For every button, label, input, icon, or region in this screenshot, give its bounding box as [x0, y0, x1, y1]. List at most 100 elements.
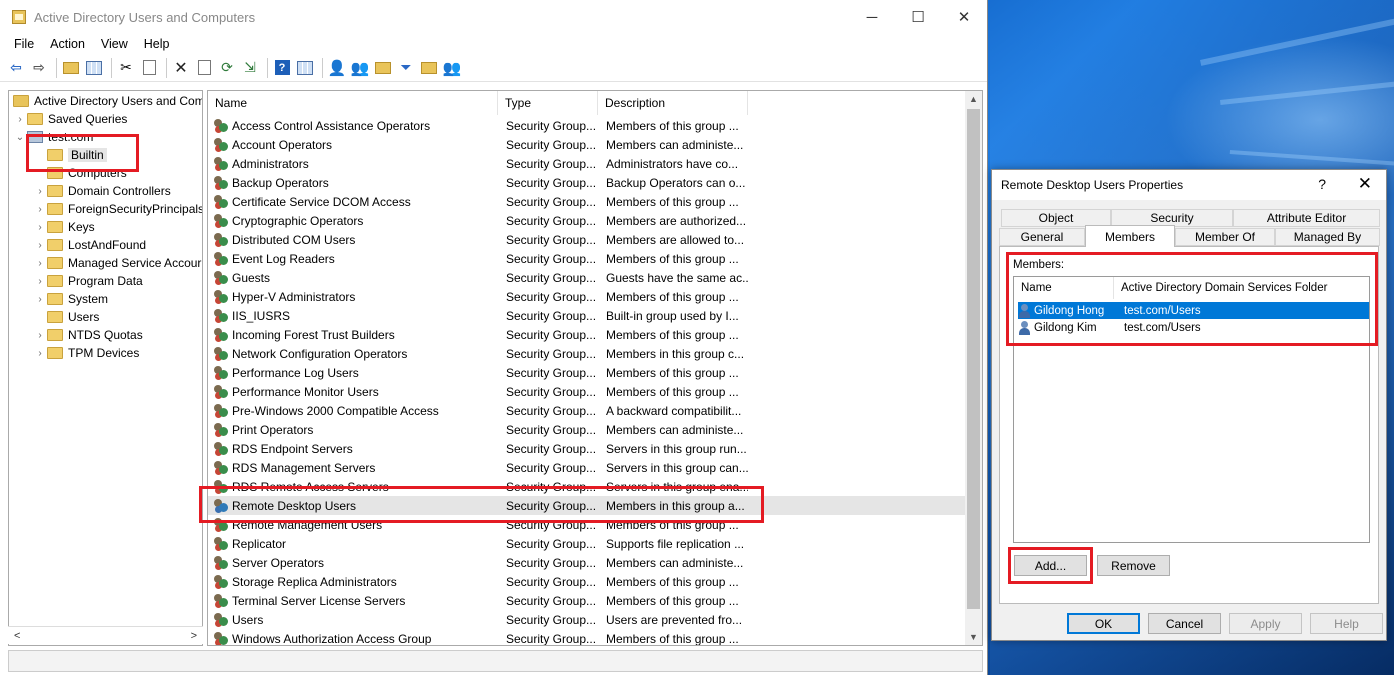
- tree-root[interactable]: Active Directory Users and Com: [13, 92, 202, 110]
- tree-item-domain[interactable]: ⌄ test.com: [13, 128, 94, 146]
- tree-item-foreign-security-principals[interactable]: › ForeignSecurityPrincipals: [33, 200, 202, 218]
- list-row[interactable]: Replicator Security Group... Supports file…: [208, 534, 968, 553]
- list-row[interactable]: Storage Replica Administrators Security G…: [208, 572, 968, 591]
- list-row[interactable]: RDS Management Servers Security Group... S…: [208, 458, 968, 477]
- collapse-caret-icon[interactable]: ⌄: [13, 132, 27, 143]
- scrollbar-thumb[interactable]: [967, 109, 980, 609]
- expand-caret-icon[interactable]: ›: [33, 348, 47, 359]
- expand-caret-icon[interactable]: ›: [33, 240, 47, 251]
- list-row[interactable]: Distributed COM Users Security Group... Me…: [208, 230, 968, 249]
- tree-item-computers[interactable]: Computers: [33, 164, 127, 182]
- close-button[interactable]: ✕: [941, 0, 987, 34]
- show-action-pane-icon[interactable]: [295, 58, 315, 78]
- list-row[interactable]: Users Security Group... Users are prevente…: [208, 610, 968, 629]
- list-row[interactable]: Account Operators Security Group... Member…: [208, 135, 968, 154]
- expand-caret-icon[interactable]: ›: [33, 204, 47, 215]
- list-row[interactable]: Incoming Forest Trust Builders Security G…: [208, 325, 968, 344]
- tree-item-program-data[interactable]: › Program Data: [33, 272, 142, 290]
- add-member-button[interactable]: Add...: [1014, 555, 1087, 576]
- tab-member-of[interactable]: Member Of: [1175, 228, 1275, 246]
- scroll-left-arrow-icon[interactable]: <: [14, 630, 20, 642]
- delete-icon[interactable]: ✕: [171, 58, 191, 78]
- ok-button[interactable]: OK: [1067, 613, 1140, 634]
- list-row[interactable]: Windows Authorization Access Group Securi…: [208, 629, 968, 645]
- members-list[interactable]: Name Active Directory Domain Services Fo…: [1013, 276, 1370, 543]
- new-ou-icon[interactable]: [373, 58, 393, 78]
- maximize-button[interactable]: ☐: [895, 0, 941, 34]
- column-header-description[interactable]: Description: [598, 91, 748, 115]
- up-folder-icon[interactable]: [61, 58, 81, 78]
- help-button[interactable]: Help: [1310, 613, 1383, 634]
- menu-action[interactable]: Action: [42, 37, 93, 51]
- list-row[interactable]: Remote Management Users Security Group...…: [208, 515, 968, 534]
- refresh-icon[interactable]: ⟳: [217, 58, 237, 78]
- member-row[interactable]: Gildong Hong test.com/Users: [1018, 302, 1369, 319]
- scroll-up-arrow-icon[interactable]: ▲: [965, 91, 982, 107]
- tree-item-domain-controllers[interactable]: › Domain Controllers: [33, 182, 170, 200]
- forward-arrow-icon[interactable]: ⇨: [29, 58, 49, 78]
- dialog-help-icon[interactable]: ?: [1318, 176, 1326, 192]
- dialog-close-icon[interactable]: ✕: [1358, 174, 1372, 194]
- list-row[interactable]: RDS Remote Access Servers Security Group.…: [208, 477, 968, 496]
- menu-file[interactable]: File: [6, 37, 42, 51]
- filter-icon[interactable]: ⏷: [396, 58, 416, 78]
- expand-caret-icon[interactable]: ›: [33, 276, 47, 287]
- list-row[interactable]: Guests Security Group... Guests have the s…: [208, 268, 968, 287]
- list-row[interactable]: Event Log Readers Security Group... Member…: [208, 249, 968, 268]
- list-row[interactable]: Network Configuration Operators Security …: [208, 344, 968, 363]
- menu-view[interactable]: View: [93, 37, 136, 51]
- new-user-icon[interactable]: 👤: [327, 58, 347, 78]
- new-group-icon[interactable]: 👥: [350, 58, 370, 78]
- expand-caret-icon[interactable]: ›: [13, 114, 27, 125]
- tree-item-ntds-quotas[interactable]: › NTDS Quotas: [33, 326, 142, 344]
- title-bar[interactable]: Active Directory Users and Computers ─ ☐…: [0, 0, 987, 34]
- list-row[interactable]: Access Control Assistance Operators Secur…: [208, 116, 968, 135]
- cancel-button[interactable]: Cancel: [1148, 613, 1221, 634]
- minimize-button[interactable]: ─: [849, 0, 895, 34]
- list-row[interactable]: Cryptographic Operators Security Group...…: [208, 211, 968, 230]
- tab-managed-by[interactable]: Managed By: [1275, 228, 1380, 246]
- find-icon[interactable]: [419, 58, 439, 78]
- vertical-scrollbar[interactable]: ▲ ▼: [965, 91, 982, 645]
- tree-horizontal-scrollbar[interactable]: < >: [8, 626, 203, 644]
- list-row[interactable]: Backup Operators Security Group... Backup …: [208, 173, 968, 192]
- tab-members[interactable]: Members: [1085, 225, 1175, 247]
- menu-help[interactable]: Help: [136, 37, 178, 51]
- list-row[interactable]: RDS Endpoint Servers Security Group... Ser…: [208, 439, 968, 458]
- list-row[interactable]: Remote Desktop Users Security Group... Mem…: [208, 496, 968, 515]
- list-row[interactable]: Performance Log Users Security Group... Me…: [208, 363, 968, 382]
- expand-caret-icon[interactable]: ›: [33, 186, 47, 197]
- list-row[interactable]: Pre-Windows 2000 Compatible Access Securi…: [208, 401, 968, 420]
- list-row[interactable]: Hyper-V Administrators Security Group... M…: [208, 287, 968, 306]
- export-list-icon[interactable]: ⇲: [240, 58, 260, 78]
- back-arrow-icon[interactable]: ⇦: [6, 58, 26, 78]
- tree-item-system[interactable]: › System: [33, 290, 108, 308]
- dialog-title-bar[interactable]: Remote Desktop Users Properties ? ✕: [992, 170, 1386, 200]
- members-column-name[interactable]: Name: [1014, 277, 1114, 299]
- properties-sheet-icon[interactable]: [194, 58, 214, 78]
- tab-general[interactable]: General: [999, 228, 1085, 246]
- tree-item-tpm-devices[interactable]: › TPM Devices: [33, 344, 139, 362]
- tree-item-lost-and-found[interactable]: › LostAndFound: [33, 236, 146, 254]
- scroll-down-arrow-icon[interactable]: ▼: [965, 629, 982, 645]
- column-header-type[interactable]: Type: [498, 91, 598, 115]
- tree-item-builtin[interactable]: Builtin: [33, 146, 107, 164]
- list-row[interactable]: Certificate Service DCOM Access Security …: [208, 192, 968, 211]
- expand-caret-icon[interactable]: ›: [33, 294, 47, 305]
- column-header-name[interactable]: Name: [208, 91, 498, 115]
- list-row[interactable]: Print Operators Security Group... Members …: [208, 420, 968, 439]
- member-row[interactable]: Gildong Kim test.com/Users: [1018, 319, 1369, 336]
- tree-item-saved-queries[interactable]: › Saved Queries: [13, 110, 127, 128]
- expand-caret-icon[interactable]: ›: [33, 222, 47, 233]
- members-column-folder[interactable]: Active Directory Domain Services Folder: [1114, 277, 1369, 299]
- tree-item-keys[interactable]: › Keys: [33, 218, 94, 236]
- list-row[interactable]: Administrators Security Group... Administr…: [208, 154, 968, 173]
- cut-icon[interactable]: ✂: [116, 58, 136, 78]
- show-hide-tree-icon[interactable]: [84, 58, 104, 78]
- tab-attribute-editor[interactable]: Attribute Editor: [1233, 209, 1380, 227]
- list-row[interactable]: Terminal Server License Servers Security …: [208, 591, 968, 610]
- apply-button[interactable]: Apply: [1229, 613, 1302, 634]
- expand-caret-icon[interactable]: ›: [33, 258, 47, 269]
- list-row[interactable]: IIS_IUSRS Security Group... Built-in group…: [208, 306, 968, 325]
- remove-member-button[interactable]: Remove: [1097, 555, 1170, 576]
